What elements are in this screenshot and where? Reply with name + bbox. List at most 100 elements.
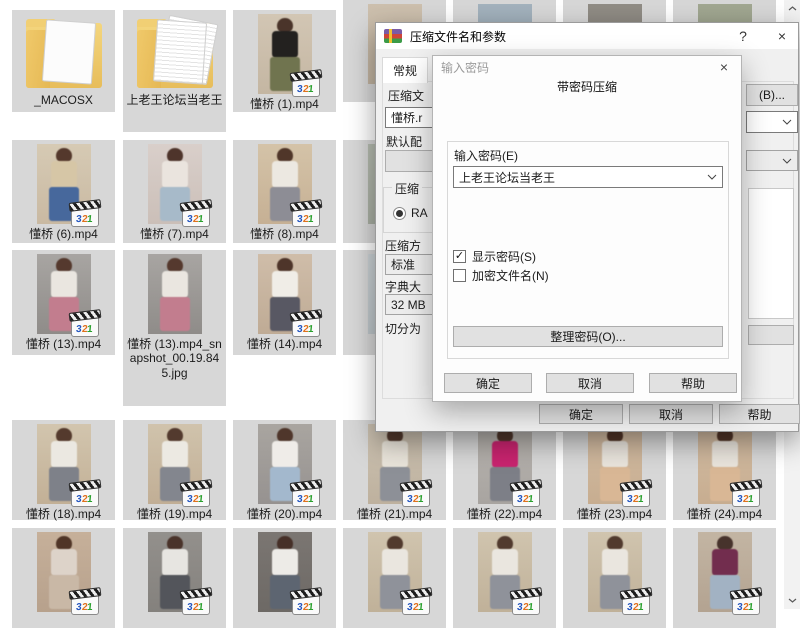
video-file-item[interactable]: 321 (563, 528, 666, 628)
file-label: 懂桥 (23).mp4 (576, 507, 653, 521)
browse-button-label: (B)... (759, 88, 785, 102)
video-thumbnail: 321 (36, 254, 99, 337)
folder-item[interactable]: _MACOSX (12, 10, 115, 112)
help-button-label: 帮助 (747, 407, 772, 422)
password-heading: 带密码压缩 (556, 80, 617, 94)
chevron-down-icon (782, 119, 792, 125)
video-thumbnail: 321 (147, 144, 210, 227)
checkbox-checked-icon: ✓ (453, 250, 466, 263)
video-file-item[interactable]: 321 (12, 528, 115, 628)
split-volumes-label: 切分为 (385, 322, 422, 336)
chevron-down-icon (782, 158, 792, 164)
mpc-player-icon: 321 (291, 593, 320, 615)
video-file-item[interactable]: 3 2 1 懂桥 (24).mp4 (673, 420, 776, 521)
video-file-item[interactable]: 3 2 1 懂桥 (22).mp4 (453, 420, 556, 521)
video-thumbnail: 321 (36, 424, 99, 507)
password-value: 上老王论坛当老王 (459, 170, 556, 185)
video-file-item[interactable]: 321 (233, 528, 336, 628)
compression-method-value: 标准 (391, 258, 416, 272)
dialog-help-button[interactable]: ? (728, 23, 758, 49)
folder-icon (133, 14, 218, 90)
video-thumbnail: 321 (257, 144, 320, 227)
video-file-item[interactable]: 321 (123, 528, 226, 628)
organize-passwords-label: 整理密码(O)... (550, 330, 626, 344)
ok-button-label: 确定 (475, 376, 500, 391)
video-thumbnail (147, 254, 202, 334)
tab-general[interactable]: 常规 (382, 57, 428, 83)
video-file-item[interactable]: 321 (453, 528, 556, 628)
video-thumbnail: 321 (697, 532, 760, 615)
compression-method-label: 压缩方 (385, 239, 422, 253)
video-file-item[interactable]: 3 2 1 懂桥 (13).mp4 (12, 250, 115, 355)
video-file-item[interactable]: 3 2 1 懂桥 (6).mp4 (12, 140, 115, 243)
scroll-down-button[interactable] (784, 592, 800, 609)
file-label: 懂桥 (8).mp4 (250, 227, 319, 241)
help-button[interactable]: 帮助 (719, 404, 800, 424)
video-file-item[interactable]: 3 2 1 懂桥 (8).mp4 (233, 140, 336, 243)
mpc-player-icon: 321 (70, 205, 99, 227)
file-label: 懂桥 (24).mp4 (686, 507, 763, 521)
video-thumbnail: 321 (367, 424, 430, 507)
help-button[interactable]: 帮助 (649, 373, 737, 393)
cancel-button[interactable]: 取消 (546, 373, 634, 393)
organize-passwords-button[interactable]: 整理密码(O)... (453, 326, 723, 347)
mpc-player-icon: 321 (511, 593, 540, 615)
cancel-button[interactable]: 取消 (629, 404, 713, 424)
video-file-item[interactable]: 3 2 1 懂桥 (1).mp4 (233, 10, 336, 112)
chevron-up-icon (788, 6, 796, 11)
video-file-item[interactable]: 3 2 1 懂桥 (23).mp4 (563, 420, 666, 521)
video-file-item[interactable]: 321 (673, 528, 776, 628)
folder-item[interactable]: 上老王论坛当老王 (123, 10, 226, 132)
help-button-label: 帮助 (680, 376, 705, 391)
browse-button[interactable]: (B)... (746, 84, 798, 106)
checkbox-unchecked-icon (453, 269, 466, 282)
right-column-select[interactable] (746, 150, 798, 171)
archive-name-value: 懂桥.r (391, 111, 423, 125)
mpc-player-icon: 321 (70, 315, 99, 337)
video-file-item[interactable]: 3 2 1 懂桥 (19).mp4 (123, 420, 226, 521)
update-mode-select[interactable] (746, 111, 798, 133)
dialog-titlebar[interactable]: 输入密码 (433, 56, 741, 78)
ok-button-label: 确定 (568, 407, 593, 422)
image-file-item[interactable]: 懂桥 (13).mp4_snapshot_00.19.845.jpg (123, 250, 226, 406)
right-column-button[interactable] (748, 325, 794, 345)
ok-button[interactable]: 确定 (539, 404, 623, 424)
file-label: 懂桥 (7).mp4 (140, 227, 209, 241)
enter-password-dialog: 输入密码 × 带密码压缩 输入密码(E) 上老王论坛当老王 ✓ 显示密码(S) … (432, 55, 742, 402)
video-thumbnail: 321 (697, 424, 760, 507)
video-file-item[interactable]: 321 (343, 528, 446, 628)
mpc-player-icon: 321 (731, 485, 760, 507)
video-thumbnail: 321 (257, 424, 320, 507)
password-input[interactable]: 上老王论坛当老王 (453, 166, 723, 188)
mpc-player-icon: 321 (401, 593, 430, 615)
mpc-player-icon: 321 (181, 485, 210, 507)
video-file-item[interactable]: 3 2 1 懂桥 (14).mp4 (233, 250, 336, 355)
video-thumbnail: 321 (587, 532, 650, 615)
archive-format-group-label: 压缩 (392, 180, 423, 197)
file-label: 懂桥 (1).mp4 (250, 97, 319, 111)
video-file-item[interactable]: 3 2 1 懂桥 (7).mp4 (123, 140, 226, 243)
video-file-item[interactable]: 3 2 1 懂桥 (20).mp4 (233, 420, 336, 521)
encrypt-names-checkbox[interactable]: 加密文件名(N) (453, 267, 549, 284)
encrypt-names-label: 加密文件名(N) (472, 269, 549, 283)
format-rar-radio[interactable]: RA (393, 206, 428, 220)
file-label: 懂桥 (19).mp4 (136, 507, 213, 521)
file-label: 上老王论坛当老王 (126, 93, 223, 107)
file-label: 懂桥 (13).mp4_snapshot_00.19.845.jpg (127, 337, 222, 380)
mpc-player-icon: 321 (70, 593, 99, 615)
dictionary-size-label: 字典大 (385, 280, 422, 294)
dictionary-size-value: 32 MB (391, 297, 426, 312)
video-thumbnail: 321 (587, 424, 650, 507)
video-file-item[interactable]: 3 2 1 懂桥 (21).mp4 (343, 420, 446, 521)
file-label: 懂桥 (18).mp4 (25, 507, 102, 521)
folder-icon (22, 18, 106, 90)
video-thumbnail: 321 (36, 144, 99, 227)
ok-button[interactable]: 确定 (444, 373, 532, 393)
close-icon[interactable]: × (709, 56, 739, 78)
show-password-checkbox[interactable]: ✓ 显示密码(S) (453, 248, 536, 265)
mpc-player-icon: 321 (291, 205, 320, 227)
video-file-item[interactable]: 3 2 1 懂桥 (18).mp4 (12, 420, 115, 521)
mpc-player-icon: 321 (621, 593, 650, 615)
scroll-up-button[interactable] (784, 0, 800, 17)
close-icon[interactable]: × (764, 23, 800, 49)
